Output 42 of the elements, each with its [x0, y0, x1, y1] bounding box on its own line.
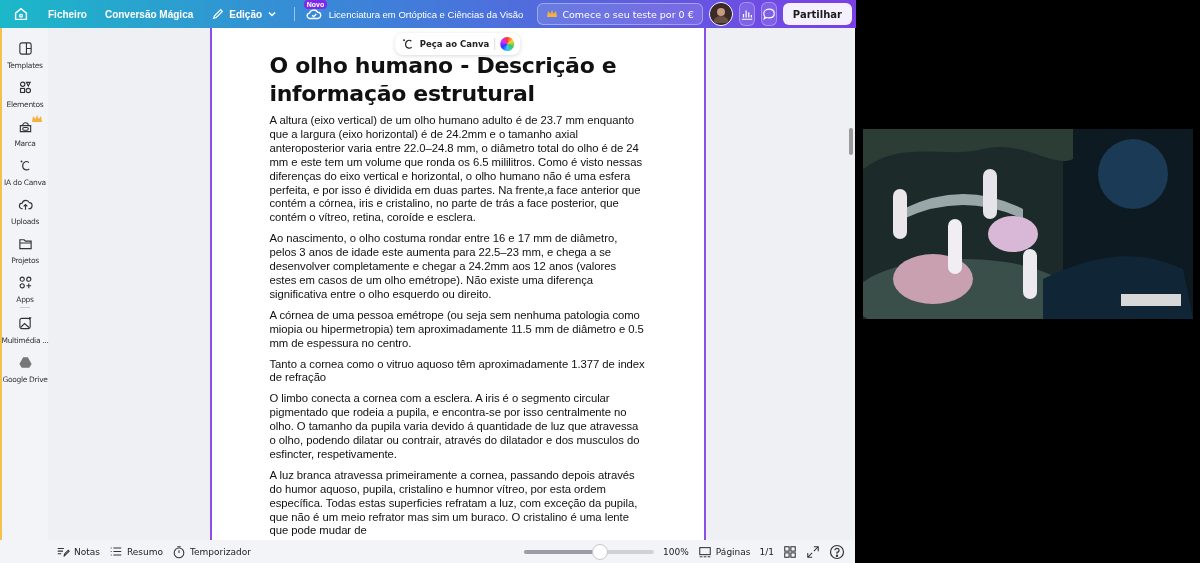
paragraph: A altura (eixo vertical) de um olho humano adulto é de 23.7 mm enquanto que a largura (eixo horizontal) é de 24.2mm e o tamanho axial anteroposterior varia entre 22.0–24.8 mm, o diâmetro total do olho é de 24 mm e este tem um volume que ronda os 6.5 mililitros. Como é visto nessas diferenças do eixo vertical e horizontal, o olho humano não é uma esfera perfeita, e por isso é dividida em duas partes. Na frente,a face anterior que contém a córnea, iris e cristalino, no parte de trás a face posterior, que contém o vítreo, retina, coroíde e esclera. [269, 114, 643, 226]
paragraph: Tanto a cornea como o vitruo aquoso têm aproximadamente 1.377 de index de refração [269, 357, 646, 386]
document-heading: O olho humano - Descrição e informação estrutural [269, 52, 618, 108]
zoom-percentage[interactable]: 100% [663, 546, 689, 557]
paragraph: Ao nascimento, o olho costuma rondar entre 16 e 17 mm de diâmetro, pelos 3 anos de idade este aumenta para 22.5–23 mm, e chega a se desenvolver completamente e chegar a 24.2mm aos 12 anos (valores estes em casos de um olho emétrope). Não existe uma diferença significativa entre o olho esquerdo ou direito. [269, 232, 619, 302]
help-icon[interactable] [829, 543, 845, 560]
fullscreen-icon[interactable] [806, 544, 820, 559]
footer-tool-button[interactable]: Resumo [109, 544, 164, 559]
zoom-slider[interactable] [524, 543, 655, 560]
timer-icon [172, 544, 187, 559]
toolbox-icon [17, 119, 33, 134]
analytics-button[interactable] [738, 2, 755, 26]
image-icon [17, 316, 33, 331]
comment-button[interactable] [760, 2, 777, 26]
footer-tool-button[interactable]: Notas [56, 544, 100, 559]
page-count: 1/1 [759, 546, 774, 557]
ask-canva-button[interactable]: Peça ao Canva [394, 33, 521, 55]
footer-tool-button[interactable]: Temporizador [172, 544, 251, 559]
paragraph: O limbo conecta a cornea com a esclera. A iris é o segmento circular pigmentado que rodeia a pupila, e encontra-se por isso centralmente no olho. O tamanho da pupila varia devido á quantidade de luz que atravessa o olho, podendo dilatar ou contrair, através do dilatador e dos musculos do esfincter, respetivamente. [269, 392, 641, 462]
list-icon [109, 544, 123, 559]
crown-icon [31, 114, 43, 124]
layout-icon [17, 41, 33, 56]
pencil-icon [211, 7, 226, 21]
pages-icon [697, 544, 712, 559]
document-title[interactable]: Licenciatura em Ortóptica e Ciências da Visão [328, 8, 524, 20]
sparkle-c-icon [400, 37, 415, 51]
folder-icon [17, 236, 33, 251]
share-button[interactable]: Partilhar [782, 3, 852, 25]
paragraph: A córnea de uma pessoa emétrope (ou seja sem nenhuma patologia como miopia ou hipermetropia) tem aproximadamente 11.5 mm de diâmetro e 0.5 mm de espessura no centro. [269, 308, 645, 351]
apps-icon [17, 275, 33, 290]
shapes-icon [17, 80, 33, 95]
pages-button[interactable]: Páginas [697, 544, 751, 559]
cloud-upload-icon [17, 197, 33, 212]
trial-button[interactable]: Comece o seu teste por 0 € [537, 3, 703, 25]
paragraph: A luz branca atravessa primeiramente a cornea, passando depois através do humor aquoso, pupila, cristalino e humnor vítreo, por esta ordem específica. Todas estas superficies refratam a luz, com exceção da pupila, que não é um meio refrator mas sim um buraco. O cristalino é uma lente que pode mudar de [269, 468, 639, 539]
slider-thumb[interactable] [591, 543, 608, 560]
comment-icon [761, 7, 776, 21]
crown-icon [546, 8, 559, 20]
avatar[interactable] [708, 2, 733, 26]
grid-view-icon[interactable] [783, 544, 797, 559]
color-wheel-icon [500, 37, 515, 51]
scrollbar[interactable] [849, 128, 853, 155]
